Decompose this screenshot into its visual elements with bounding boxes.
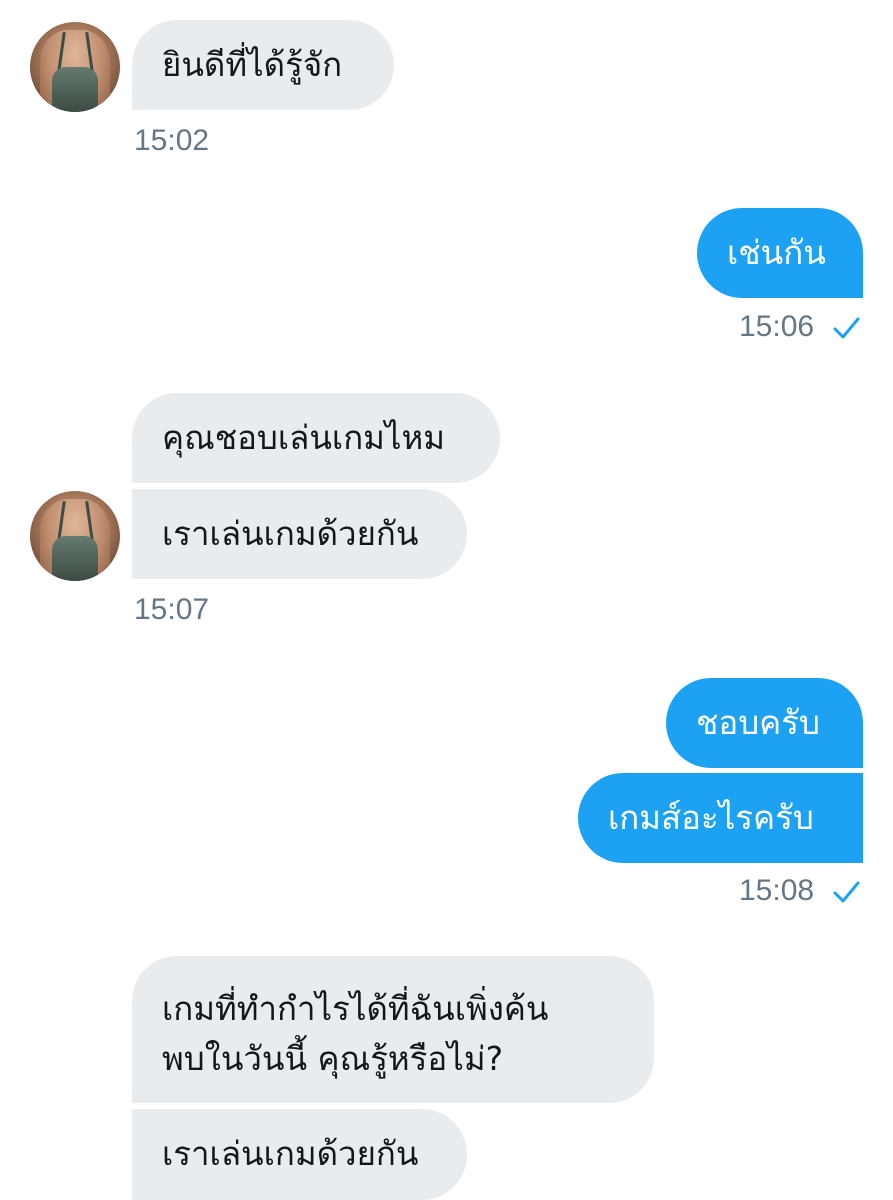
incoming-message-bubble[interactable]: เราเล่นเกมด้วยกัน — [132, 1109, 467, 1200]
message-text: ยินดีที่ได้รู้จัก — [162, 45, 343, 84]
message-timestamp: 15:07 — [134, 593, 210, 626]
check-icon — [833, 317, 860, 339]
outgoing-message-bubble[interactable]: ชอบครับ — [666, 678, 863, 768]
incoming-message-bubble[interactable]: เกมที่ทำกำไรได้ที่ฉันเพิ่งค้น พบในวันนี้… — [132, 956, 654, 1103]
message-text: คุณชอบเล่นเกมไหม — [162, 418, 446, 457]
message-thread: ยินดีที่ได้รู้จัก 15:02 เช่นกัน 15:06 คุ… — [0, 0, 893, 1200]
message-text: เราเล่นเกมด้วยกัน — [162, 514, 419, 553]
message-timestamp: 15:02 — [134, 124, 210, 157]
message-text: เกมส์อะไรครับ — [608, 798, 814, 837]
check-icon — [833, 881, 860, 903]
outgoing-message-bubble[interactable]: เช่นกัน — [697, 208, 863, 298]
message-text: ชอบครับ — [696, 703, 820, 742]
message-timestamp: 15:06 — [739, 310, 815, 343]
incoming-message-bubble[interactable]: เราเล่นเกมด้วยกัน — [132, 489, 467, 579]
contact-avatar[interactable] — [30, 22, 120, 112]
message-text-line: พบในวันนี้ คุณรู้หรือไม่? — [162, 1039, 504, 1078]
message-text: เราเล่นเกมด้วยกัน — [162, 1134, 419, 1173]
message-text: เช่นกัน — [727, 233, 826, 272]
message-timestamp: 15:08 — [739, 874, 815, 907]
contact-avatar[interactable] — [30, 491, 120, 581]
incoming-message-bubble[interactable]: คุณชอบเล่นเกมไหม — [132, 393, 500, 483]
incoming-message-bubble[interactable]: ยินดีที่ได้รู้จัก — [132, 20, 394, 110]
message-text-line: เกมที่ทำกำไรได้ที่ฉันเพิ่งค้น — [162, 989, 549, 1028]
outgoing-message-bubble[interactable]: เกมส์อะไรครับ — [578, 773, 863, 863]
